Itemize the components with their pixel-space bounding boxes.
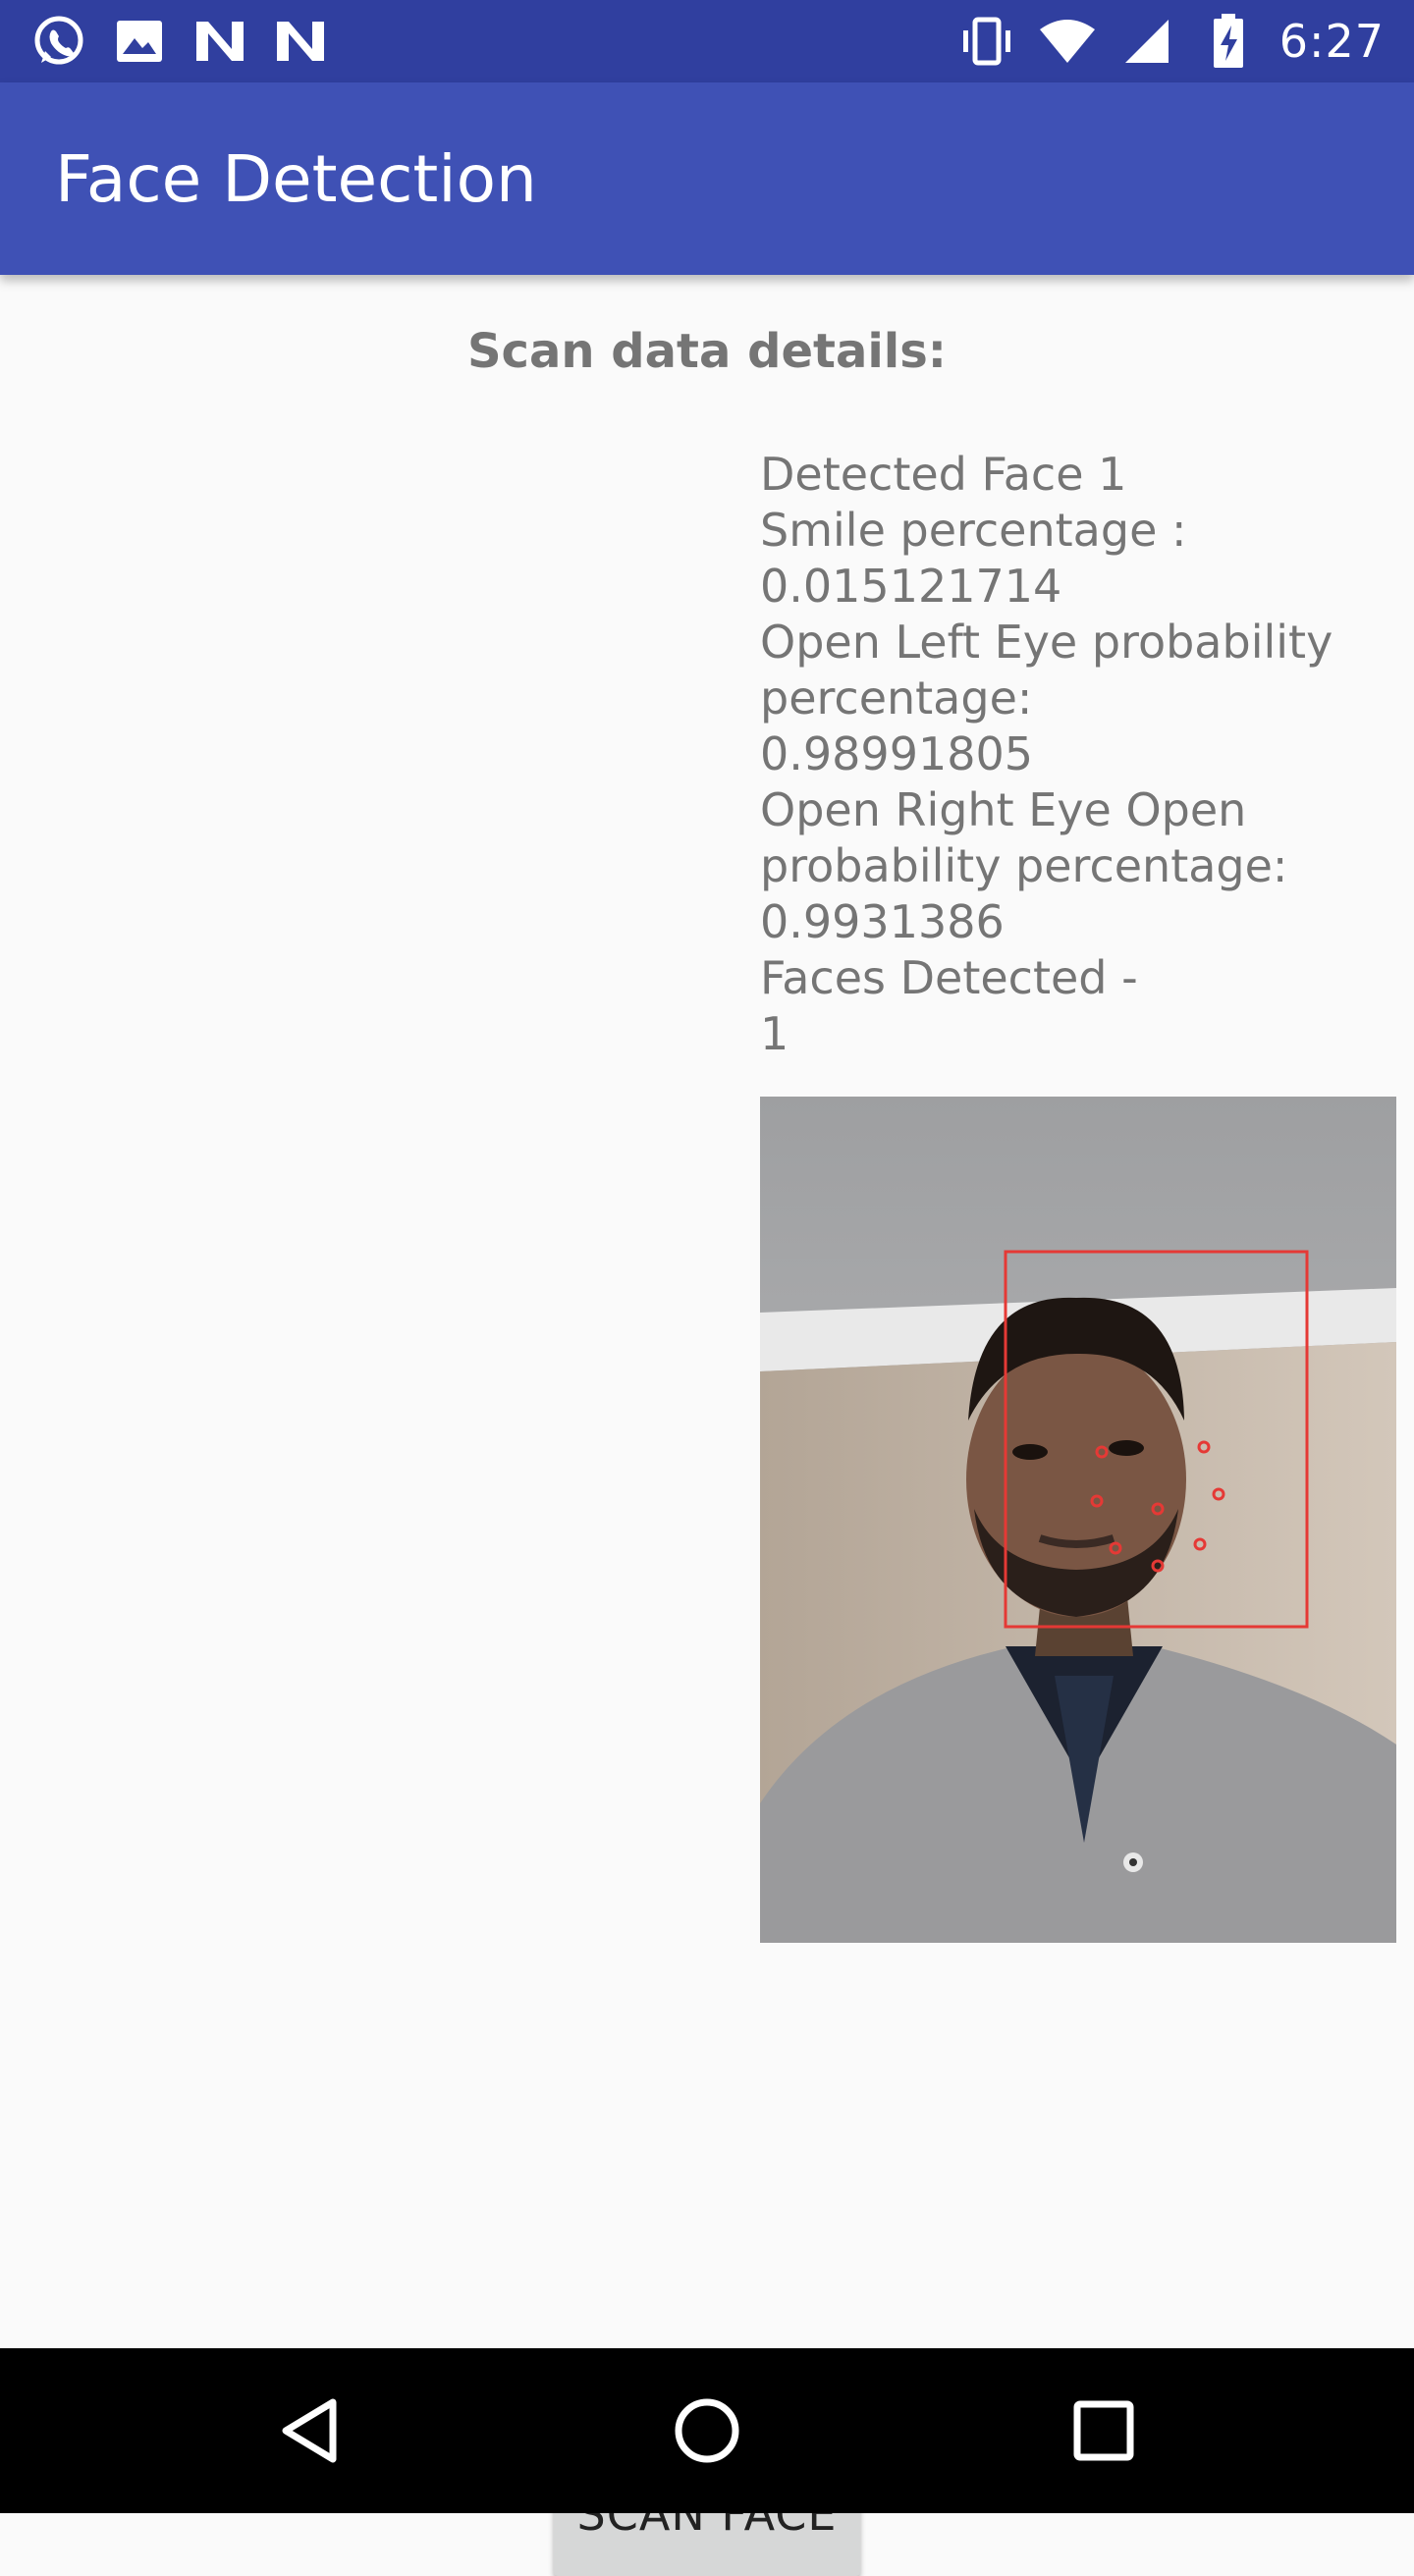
gallery-icon	[110, 12, 169, 71]
main-content: Scan data details: Detected Face 1 Smile…	[0, 275, 1414, 2576]
whatsapp-icon	[29, 12, 88, 71]
n-notification-icon	[271, 12, 330, 71]
scan-heading: Scan data details:	[466, 324, 947, 379]
back-icon[interactable]	[261, 2382, 359, 2480]
status-bar: 6:27	[0, 0, 1414, 82]
app-bar: Face Detection	[0, 82, 1414, 275]
face-photo	[760, 1097, 1396, 1943]
battery-charging-icon	[1199, 12, 1258, 71]
app-title: Face Detection	[55, 141, 537, 217]
vibrate-icon	[957, 12, 1016, 71]
clock: 6:27	[1278, 15, 1385, 68]
navigation-bar	[0, 2348, 1414, 2513]
scan-details-text: Detected Face 1 Smile percentage : 0.015…	[760, 448, 1333, 1060]
recents-icon[interactable]	[1055, 2382, 1153, 2480]
wifi-icon	[1038, 12, 1097, 71]
cell-signal-icon	[1118, 12, 1177, 71]
n-notification-icon	[190, 12, 249, 71]
home-icon[interactable]	[658, 2382, 756, 2480]
